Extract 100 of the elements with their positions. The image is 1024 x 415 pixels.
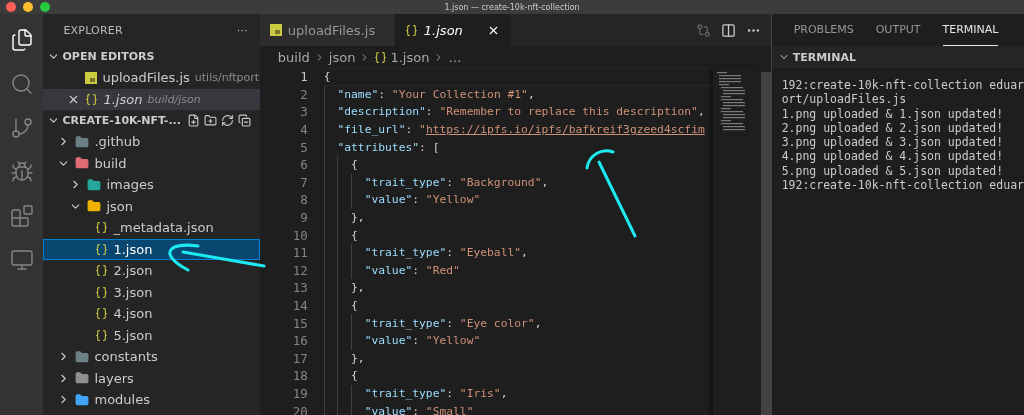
code-line: "value": "Small" [323,402,713,415]
code-line: }, [323,349,713,368]
folder-icon [75,392,90,407]
terminal-line: 192:create-10k-nft-collection eduar [781,78,1024,93]
line-number: 13 [291,280,308,296]
json-file-icon [374,50,388,64]
code-line: "trait_type": "Background", [323,173,713,192]
line-number: 5 [299,139,308,155]
line-number: 7 [299,174,308,190]
code-line: { [323,155,713,174]
tree-item[interactable]: 2.json [43,260,260,282]
tree-item[interactable]: build [43,152,260,174]
code-line: }, [323,279,713,297]
breadcrumb[interactable]: build [277,49,310,65]
code-line: { [323,296,713,315]
breadcrumb[interactable]: 1.json [374,49,430,65]
scrollbar[interactable] [760,72,771,415]
terminal-line: 5.png uploaded & 5.json updated! [781,163,1005,179]
refresh-icon[interactable] [220,114,234,127]
folder-icon [87,199,102,214]
line-number: 6 [299,157,308,173]
collapse-all-icon[interactable] [237,114,251,127]
compare-icon[interactable] [695,22,711,38]
json-file-icon [95,285,109,299]
code-line: "trait_type": "Eye color", [323,314,713,332]
line-number: 8 [299,192,308,208]
line-number: 3 [299,104,308,120]
line-number: 12 [291,262,308,278]
tree-item[interactable]: modules [43,389,260,411]
terminal-line: 4.png uploaded & 4.json updated! [781,149,1005,164]
line-number: 20 [291,403,308,415]
terminal-line: 3.png uploaded & 3.json updated! [781,135,1005,150]
open-editor-item[interactable]: 1.json build/json [43,88,260,110]
split-editor-icon[interactable] [720,22,736,38]
folder-icon [87,177,102,192]
code-line: "value": "Yellow" [323,331,713,350]
sidebar-title: EXPLORER [63,23,123,37]
code-line: "attributes": [ [323,138,713,156]
tree-item[interactable]: json [43,195,260,217]
terminal-line: ort/uploadFiles.js [781,92,908,107]
line-number: 10 [291,227,308,243]
line-number: 19 [291,386,308,401]
code-line: { [323,367,713,385]
code-line: { [323,226,713,244]
line-number: 17 [291,350,308,366]
js-file-icon [85,71,98,84]
json-file-icon [95,221,109,235]
json-file-icon [404,23,418,37]
tree-item[interactable]: _metadata.json [43,217,260,239]
section-header[interactable]: CREATE-10K-NFT-... [43,110,260,131]
line-number: 15 [291,315,308,331]
js-file-icon [269,24,282,36]
editor-tab[interactable]: 1.json [394,14,511,46]
code-line: "description": "Remember to replace this description", [323,103,713,121]
close-window-button[interactable] [6,2,16,12]
tree-item[interactable]: 1.json [43,238,260,260]
new-folder-icon[interactable] [203,114,217,127]
code-line: }, [323,208,713,227]
tree-item[interactable]: constants [43,346,260,368]
code-line: "value": "Red" [323,261,713,280]
terminal-line: 1.png uploaded & 1.json updated! [781,106,1005,121]
json-file-icon [95,328,109,342]
line-number: 16 [291,333,308,349]
code-line: "trait_type": "Eyeball", [323,243,713,262]
more-actions-button[interactable]: ··· [236,23,248,37]
panel-tab[interactable]: PROBLEMS [793,14,854,46]
tree-item[interactable]: 5.json [43,324,260,346]
json-file-icon [85,92,99,106]
line-number: 11 [291,245,308,261]
code-line: "trait_type": "Iris", [323,384,713,403]
section-header[interactable]: OPEN EDITORS [43,46,260,67]
minimize-window-button[interactable] [23,2,33,12]
code-line: "file_url": "https://ipfs.io/ipfs/bafkreif3gzeed4scfim [323,120,713,139]
tree-item[interactable]: images [43,174,260,196]
terminal-line: 2.png uploaded & 2.json updated! [781,120,1005,136]
open-editor-item[interactable]: uploadFiles.js utils/nftport [43,67,260,89]
folder-icon [75,371,90,386]
line-number: 4 [299,122,308,138]
breadcrumb[interactable]: json [328,49,356,65]
line-number: 9 [299,210,308,226]
editor-tab[interactable]: uploadFiles.js [259,14,395,46]
breadcrumb[interactable]: … [448,49,462,65]
line-number: 1 [299,69,308,85]
folder-icon [75,349,90,364]
folder-icon [75,156,90,171]
line-number: 14 [291,298,308,313]
tree-item[interactable]: .github [43,131,260,153]
panel-tab[interactable]: OUTPUT [875,14,921,46]
json-file-icon [95,307,109,321]
tree-item[interactable]: layers [43,367,260,389]
section-header[interactable]: TERMINAL [771,46,1024,68]
tree-item[interactable]: 3.json [43,281,260,303]
folder-icon [75,134,90,149]
line-number: 18 [291,368,308,384]
code-line: { [323,68,713,86]
new-file-icon[interactable] [186,114,200,127]
code-line: "value": "Yellow" [323,191,713,209]
line-number: 2 [299,86,308,102]
maximize-window-button[interactable] [40,2,50,12]
tree-item[interactable]: 4.json [43,303,260,325]
